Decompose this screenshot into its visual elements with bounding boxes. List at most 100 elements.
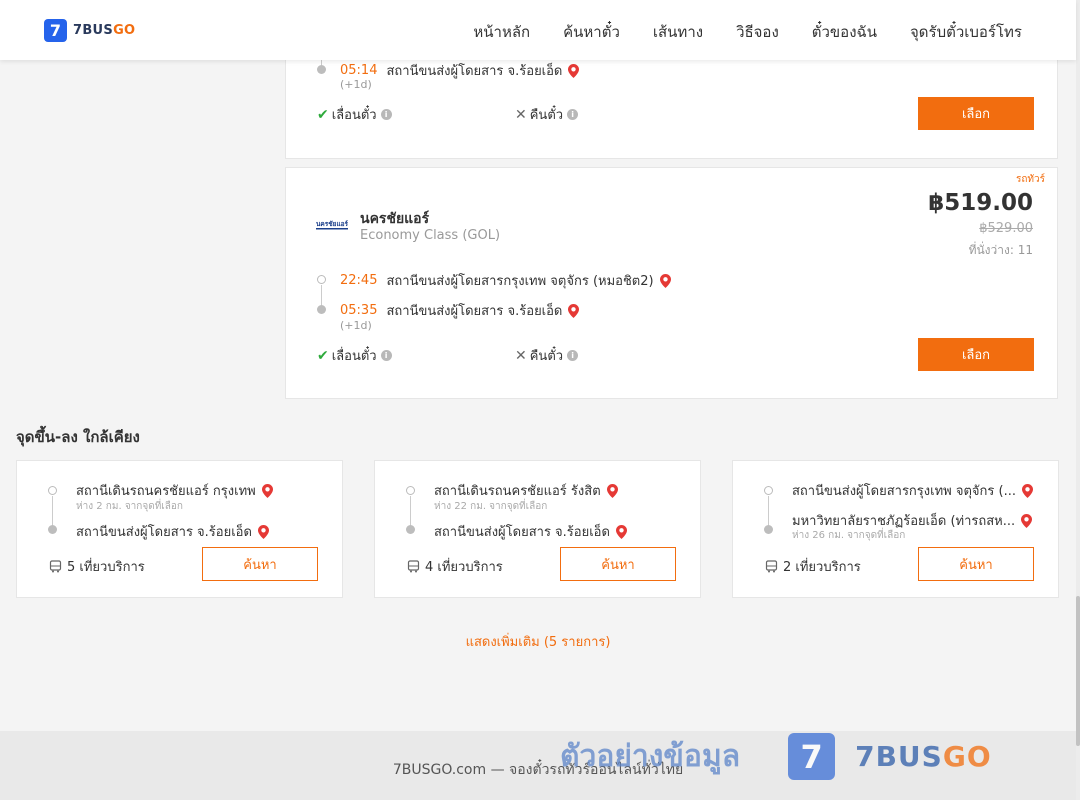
reschedule-policy[interactable]: ✔ เลื่อนตั๋ว i	[317, 104, 392, 125]
cross-icon: ✕	[515, 106, 527, 123]
logo-text-b: GO	[113, 23, 136, 38]
to-station: สถานีขนส่งผู้โดยสาร จ.ร้อยเอ็ด	[76, 525, 252, 540]
top-header: 7 7BUSGO หน้าหลัก ค้นหาตั๋ว เส้นทาง วิธี…	[0, 0, 1076, 60]
from-distance: ห่าง 2 กม. จากจุดที่เลือก	[76, 501, 183, 512]
trip-count-label: 4 เที่ยวบริการ	[425, 560, 503, 575]
check-icon: ✔	[317, 347, 329, 364]
map-pin-icon[interactable]	[1021, 483, 1033, 498]
original-price: ฿529.00	[979, 221, 1033, 236]
bus-icon	[49, 560, 62, 573]
route-line	[321, 285, 322, 307]
select-button[interactable]: เลือก	[918, 97, 1034, 130]
nearby-route-card: สถานีขนส่งผู้โดยสารกรุงเทพ จตุจักร (... …	[732, 460, 1059, 598]
route-line	[52, 496, 53, 526]
reschedule-label: เลื่อนตั๋ว	[331, 108, 377, 123]
to-stop: สถานีขนส่งผู้โดยสาร จ.ร้อยเอ็ด	[76, 521, 269, 542]
nav-search-ticket[interactable]: ค้นหาตั๋ว	[563, 20, 620, 44]
trip-count-label: 2 เที่ยวบริการ	[783, 560, 861, 575]
reschedule-policy[interactable]: ✔ เลื่อนตั๋ว i	[317, 345, 392, 366]
watermark-brand-a: 7BUS	[855, 740, 943, 773]
from-stop: สถานีเดินรถนครชัยแอร์ กรุงเทพ	[76, 480, 273, 501]
next-day-label: (+1d)	[340, 319, 372, 332]
map-pin-icon[interactable]	[1021, 513, 1033, 528]
map-pin-icon[interactable]	[257, 524, 269, 539]
depart-stop: 22:45 สถานีขนส่งผู้โดยสารกรุงเทพ จตุจักร…	[340, 270, 671, 291]
arrive-dot	[317, 305, 326, 314]
watermark-text: ตัวอย่างข้อมูล	[560, 739, 741, 774]
page-scrollbar[interactable]	[1076, 0, 1080, 800]
arrive-time: 05:14	[340, 63, 378, 78]
arrive-station: สถานีขนส่งผู้โดยสาร จ.ร้อยเอ็ด	[386, 64, 563, 79]
info-icon[interactable]: i	[380, 109, 392, 120]
nav-pickup-points[interactable]: จุดรับตั๋วเบอร์โทร	[910, 20, 1022, 44]
cross-icon: ✕	[515, 347, 527, 364]
from-dot	[48, 486, 57, 495]
from-dot	[406, 486, 415, 495]
select-button[interactable]: เลือก	[918, 338, 1034, 371]
from-dot	[764, 486, 773, 495]
route-line	[768, 496, 769, 526]
operator-name: นครชัยแอร์	[360, 211, 430, 227]
map-pin-icon[interactable]	[659, 273, 671, 288]
from-station: สถานีเดินรถนครชัยแอร์ รังสิต	[434, 484, 601, 499]
logo-text-a: 7BUS	[73, 23, 114, 38]
from-distance: ห่าง 22 กม. จากจุดที่เลือก	[434, 501, 548, 512]
search-button[interactable]: ค้นหา	[918, 547, 1034, 581]
refund-label: คืนตั๋ว	[529, 349, 564, 364]
nav-how-to-book[interactable]: วิธีจอง	[736, 20, 779, 44]
trip-count: 5 เที่ยวบริการ	[49, 556, 145, 577]
nav-home[interactable]: หน้าหลัก	[473, 20, 530, 44]
to-distance: ห่าง 26 กม. จากจุดที่เลือก	[792, 530, 906, 541]
info-icon[interactable]: i	[380, 350, 392, 361]
route-line	[410, 496, 411, 526]
info-icon[interactable]: i	[567, 109, 579, 120]
map-pin-icon[interactable]	[606, 483, 618, 498]
arrive-time: 05:35	[340, 303, 378, 318]
trip-count: 4 เที่ยวบริการ	[407, 556, 503, 577]
trip-card: รถทัวร์ นครชัยแอร์ นครชัยแอร์ Economy Cl…	[285, 167, 1058, 399]
seat-class: Economy Class (GOL)	[360, 228, 501, 243]
refund-policy[interactable]: ✕ คืนตั๋ว i	[515, 345, 579, 366]
nearby-route-card: สถานีเดินรถนครชัยแอร์ รังสิต ห่าง 22 กม.…	[374, 460, 701, 598]
nearby-section-title: จุดขึ้น-ลง ใกล้เคียง	[16, 428, 140, 446]
main-nav: หน้าหลัก ค้นหาตั๋ว เส้นทาง วิธีจอง ตั๋วข…	[473, 20, 1022, 44]
trip-count-label: 5 เที่ยวบริการ	[67, 560, 145, 575]
from-stop: สถานีเดินรถนครชัยแอร์ รังสิต	[434, 480, 618, 501]
to-dot	[406, 525, 415, 534]
from-station: สถานีขนส่งผู้โดยสารกรุงเทพ จตุจักร (...	[792, 484, 1016, 499]
nav-routes[interactable]: เส้นทาง	[653, 20, 703, 44]
seats-available: ที่นั่งว่าง: 11	[968, 243, 1033, 257]
map-pin-icon[interactable]	[261, 483, 273, 498]
watermark-brand-b: GO	[942, 740, 992, 773]
from-station: สถานีเดินรถนครชัยแอร์ กรุงเทพ	[76, 484, 256, 499]
info-icon[interactable]: i	[567, 350, 579, 361]
arrive-station: สถานีขนส่งผู้โดยสาร จ.ร้อยเอ็ด	[386, 304, 563, 319]
ticket-price: ฿519.00	[928, 190, 1033, 216]
search-button[interactable]: ค้นหา	[560, 547, 676, 581]
watermark-brand: 7BUSGO	[855, 740, 992, 773]
map-pin-icon[interactable]	[615, 524, 627, 539]
arrive-stop: 05:14 สถานีขนส่งผู้โดยสาร จ.ร้อยเอ็ด	[340, 60, 580, 81]
arrive-dot	[317, 65, 326, 74]
depart-station: สถานีขนส่งผู้โดยสารกรุงเทพ จตุจักร (หมอช…	[386, 274, 654, 289]
site-logo[interactable]: 7 7BUSGO	[44, 19, 135, 42]
map-pin-icon[interactable]	[568, 303, 580, 318]
svg-text:นครชัยแอร์: นครชัยแอร์	[316, 220, 349, 228]
to-dot	[764, 525, 773, 534]
sample-watermark: ตัวอย่างข้อมูล 7 7BUSGO	[560, 733, 992, 780]
from-stop: สถานีขนส่งผู้โดยสารกรุงเทพ จตุจักร (...	[792, 480, 1033, 501]
operator-logo: นครชัยแอร์	[314, 218, 350, 232]
map-pin-icon[interactable]	[568, 63, 580, 78]
show-more-link[interactable]: แสดงเพิ่มเติม (5 รายการ)	[0, 631, 1076, 652]
nav-my-tickets[interactable]: ตั๋วของฉัน	[812, 20, 877, 44]
next-day-label: (+1d)	[340, 78, 372, 91]
scrollbar-thumb[interactable]	[1076, 596, 1080, 746]
arrive-stop: 05:35 สถานีขนส่งผู้โดยสาร จ.ร้อยเอ็ด	[340, 300, 580, 321]
to-stop: สถานีขนส่งผู้โดยสาร จ.ร้อยเอ็ด	[434, 521, 627, 542]
reschedule-label: เลื่อนตั๋ว	[331, 349, 377, 364]
refund-policy[interactable]: ✕ คืนตั๋ว i	[515, 104, 579, 125]
search-button[interactable]: ค้นหา	[202, 547, 318, 581]
trip-count: 2 เที่ยวบริการ	[765, 556, 861, 577]
depart-time: 22:45	[340, 273, 378, 288]
depart-dot	[317, 275, 326, 284]
